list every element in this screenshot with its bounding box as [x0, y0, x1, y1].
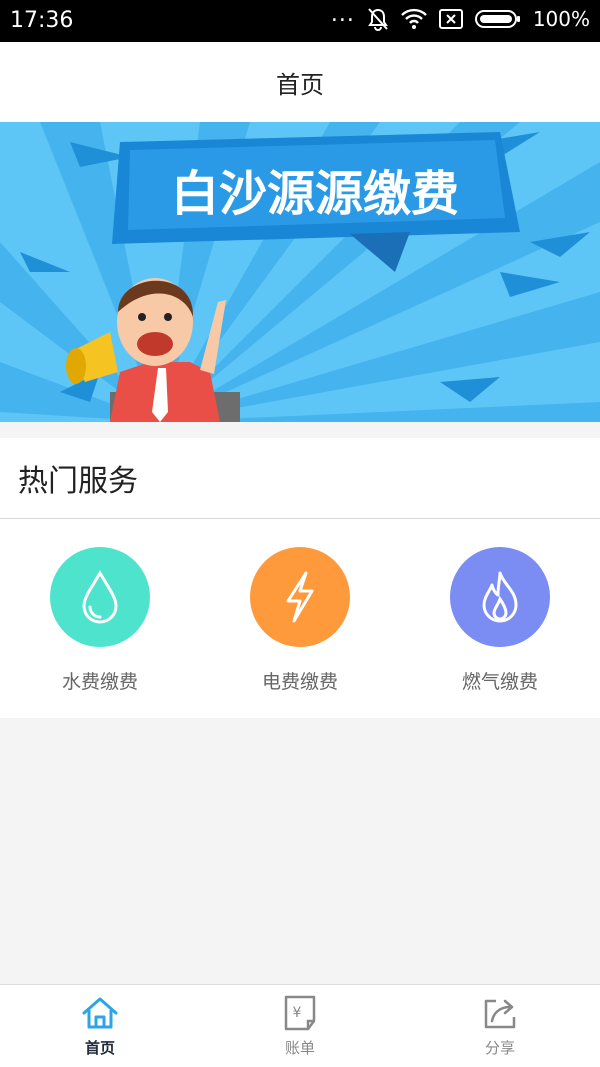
tab-share-label: 分享	[484, 1039, 515, 1057]
more-notifications-icon: ...	[330, 2, 355, 27]
tab-home[interactable]: 首页	[0, 985, 200, 1067]
water-drop-icon	[50, 547, 150, 647]
bill-icon: ¥	[284, 995, 316, 1031]
battery-percent: 100%	[532, 6, 590, 31]
mute-bell-icon	[367, 7, 388, 31]
electricity-fee-label: 电费缴费	[261, 671, 338, 693]
tab-bill-label: 账单	[284, 1039, 315, 1057]
lightning-icon	[250, 547, 350, 647]
share-icon	[484, 999, 516, 1029]
no-sim-icon	[438, 8, 463, 29]
tab-home-label: 首页	[84, 1039, 115, 1057]
hot-services-title: 热门服务	[18, 464, 138, 499]
flame-icon	[450, 547, 550, 647]
water-fee-label: 水费缴费	[61, 671, 138, 693]
page-title: 首页	[276, 70, 324, 99]
banner-headline: 白沙源源缴费	[171, 166, 459, 222]
promo-banner[interactable]: 白沙源源缴费	[0, 122, 600, 422]
gas-fee-item[interactable]: 燃气缴费	[400, 519, 600, 718]
hot-services-panel: 热门服务 水费缴费 电费缴费 燃气缴费	[0, 438, 600, 718]
banner-illustration: 白沙源源缴费	[0, 122, 600, 422]
status-icons: ... 100%	[331, 2, 590, 31]
battery-icon	[474, 9, 520, 28]
gas-fee-label: 燃气缴费	[461, 671, 538, 693]
wifi-icon	[400, 8, 427, 29]
bottom-tab-bar: 首页 ¥ 账单 分享	[0, 984, 600, 1067]
status-time: 17:36	[10, 8, 74, 33]
tab-share[interactable]: 分享	[400, 985, 600, 1067]
water-fee-item[interactable]: 水费缴费	[0, 519, 200, 718]
tab-bill[interactable]: ¥ 账单	[200, 985, 400, 1067]
svg-text:¥: ¥	[293, 1005, 302, 1021]
services-grid: 水费缴费 电费缴费 燃气缴费	[0, 519, 600, 718]
status-bar: 17:36 ... 100%	[0, 0, 600, 42]
app-header: 首页	[0, 42, 600, 122]
home-icon	[82, 997, 118, 1029]
electricity-fee-item[interactable]: 电费缴费	[200, 519, 400, 718]
hot-services-header: 热门服务	[0, 438, 600, 519]
